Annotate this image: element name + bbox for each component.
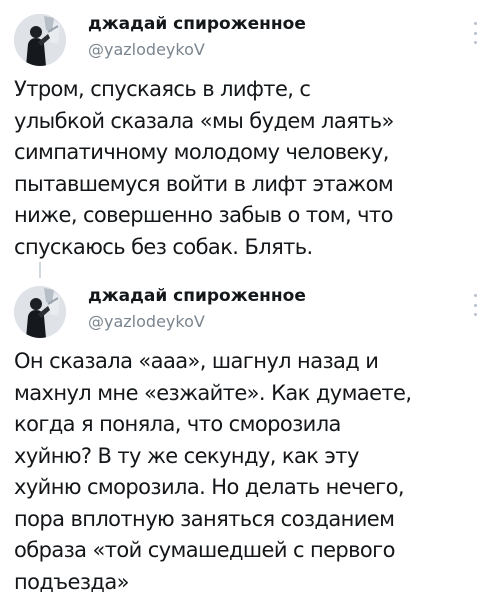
avatar[interactable] bbox=[14, 286, 66, 338]
avatar[interactable] bbox=[14, 14, 66, 66]
tweet-thread: джадай спироженное @yazlodeykoV Утром, с… bbox=[0, 0, 500, 613]
user-avatar-icon bbox=[14, 14, 66, 66]
author-handle[interactable]: @yazlodeykoV bbox=[88, 312, 205, 331]
vertical-dots-icon[interactable] bbox=[472, 294, 478, 316]
tweet-text: Он сказала «ааа», шагнул назад и махнул … bbox=[14, 349, 412, 594]
author-name[interactable]: джадай спироженное bbox=[88, 286, 306, 306]
vertical-dots-icon[interactable] bbox=[472, 22, 478, 44]
user-avatar-icon bbox=[14, 286, 66, 338]
thread-connector-line bbox=[39, 262, 41, 278]
author-name[interactable]: джадай спироженное bbox=[88, 14, 306, 34]
author-handle[interactable]: @yazlodeykoV bbox=[88, 40, 205, 59]
tweet-text: Утром, спускаясь в лифте, с улыбкой сказ… bbox=[14, 77, 394, 259]
